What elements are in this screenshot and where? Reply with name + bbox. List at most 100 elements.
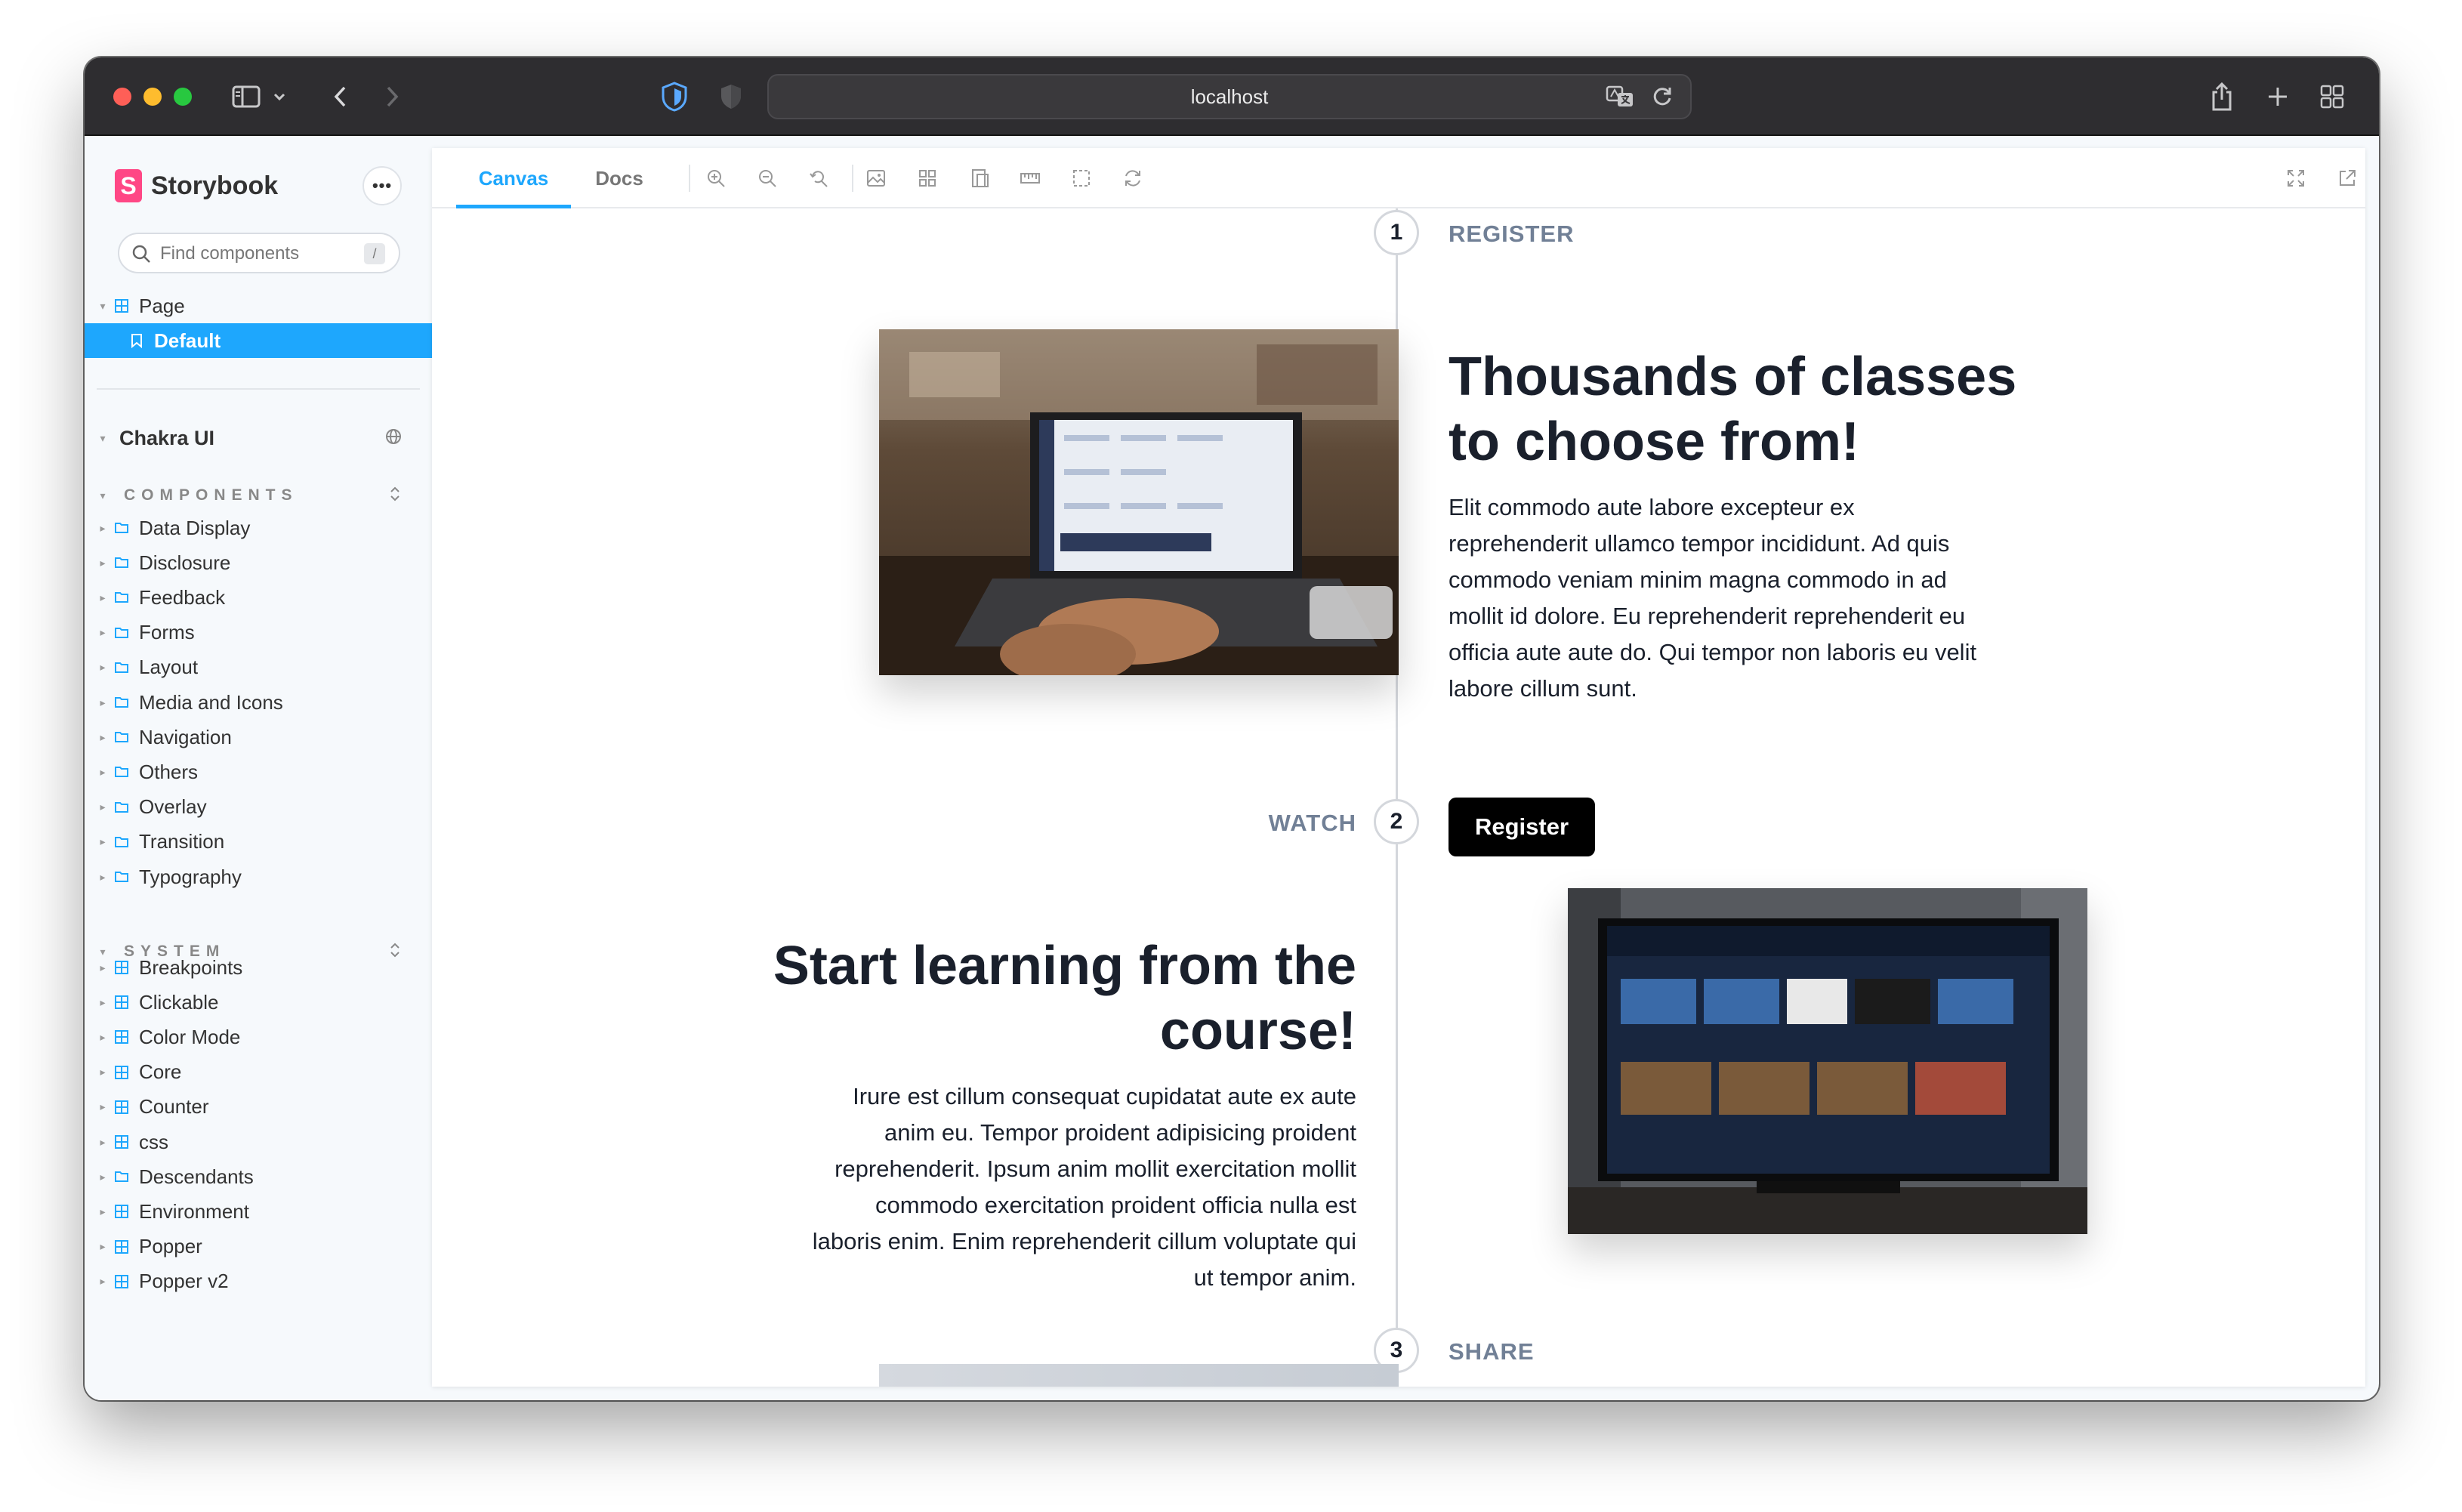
tab-overview-icon[interactable] <box>2317 79 2347 115</box>
storybook-logo-icon: S <box>115 169 142 202</box>
close-window-button[interactable] <box>113 88 131 106</box>
sidebar-item-label: Disclosure <box>139 551 231 574</box>
open-new-tab-icon[interactable] <box>2335 166 2359 190</box>
reload-icon[interactable] <box>1651 85 1674 112</box>
measure-icon[interactable] <box>1018 166 1042 190</box>
storybook-sidebar: S Storybook ••• / ▾ Page Default ▾ Chakr… <box>85 136 432 1400</box>
sidebar-item-layout[interactable]: ▸ Layout <box>85 650 432 685</box>
expand-collapse-icon[interactable] <box>388 485 402 507</box>
background-icon[interactable] <box>864 166 888 190</box>
sidebar-item-environment[interactable]: ▸ Environment <box>85 1194 432 1229</box>
sidebar-toggle-icon[interactable] <box>228 79 264 115</box>
address-bar[interactable]: localhost <box>767 74 1692 119</box>
chevron-right-icon: ▸ <box>100 995 106 1008</box>
share-icon[interactable] <box>2207 79 2237 115</box>
sidebar-item-label: css <box>139 1130 168 1153</box>
step-number-1: 1 <box>1374 210 1419 255</box>
register-button[interactable]: Register <box>1449 798 1595 856</box>
sidebar-group-components[interactable]: ▾ COMPONENTS <box>85 480 432 511</box>
back-icon[interactable] <box>325 79 355 115</box>
sidebar-item-descendants[interactable]: ▸ Descendants <box>85 1159 432 1194</box>
sidebar-item-page[interactable]: ▾ Page <box>85 289 432 323</box>
sidebar-item-label: Media and Icons <box>139 690 283 714</box>
share-photo <box>879 1364 1399 1387</box>
sidebar-story-default[interactable]: Default <box>85 323 432 358</box>
folder-icon <box>113 1168 130 1185</box>
section2-heading-line1: Start learning from the <box>773 936 1356 996</box>
zoom-reset-icon[interactable] <box>807 166 831 190</box>
minimize-window-button[interactable] <box>143 88 162 106</box>
chevron-right-icon: ▸ <box>100 661 106 674</box>
sidebar-item-popper-v2[interactable]: ▸ Popper v2 <box>85 1264 432 1299</box>
section2-heading-line2: course! <box>1159 1001 1356 1061</box>
step-label-register: REGISTER <box>1449 221 1575 247</box>
sidebar-item-overlay[interactable]: ▸ Overlay <box>85 790 432 825</box>
sidebar-item-label: Overlay <box>139 795 207 819</box>
sidebar-item-navigation[interactable]: ▸ Navigation <box>85 720 432 754</box>
component-icon <box>113 1273 130 1290</box>
sidebar-item-data-display[interactable]: ▸ Data Display <box>85 511 432 545</box>
search-input[interactable] <box>160 240 341 267</box>
sidebar-item-media-and-icons[interactable]: ▸ Media and Icons <box>85 685 432 720</box>
sidebar-item-label: Popper v2 <box>139 1270 229 1293</box>
sidebar-item-css[interactable]: ▸ css <box>85 1125 432 1159</box>
section1-heading: Thousands of classes to choose from! <box>1449 344 2016 474</box>
chevron-right-icon: ▸ <box>100 696 106 708</box>
translate-icon[interactable] <box>1606 85 1636 113</box>
sidebar-item-others[interactable]: ▸ Others <box>85 754 432 789</box>
sidebar-root-chakra-ui[interactable]: ▾ Chakra UI <box>85 423 432 453</box>
zoom-out-icon[interactable] <box>755 166 779 190</box>
step-label-share: SHARE <box>1449 1338 1535 1365</box>
search-box[interactable]: / <box>118 233 400 273</box>
globe-icon[interactable] <box>385 428 402 449</box>
sidebar-item-label: Typography <box>139 865 242 888</box>
zoom-window-button[interactable] <box>174 88 192 106</box>
sidebar-item-label: Navigation <box>139 725 232 748</box>
sidebar-item-disclosure[interactable]: ▸ Disclosure <box>85 545 432 580</box>
search-icon <box>132 245 150 263</box>
sidebar-root-label: Chakra UI <box>119 426 215 449</box>
chevron-right-icon: ▸ <box>100 801 106 813</box>
toolbar-separator <box>852 165 853 192</box>
sidebar-item-typography[interactable]: ▸ Typography <box>85 859 432 894</box>
sidebar-item-transition[interactable]: ▸ Transition <box>85 825 432 859</box>
preview-panel: Canvas Docs 1 REGISTER Thousands of clas… <box>432 148 2365 1387</box>
sidebar-item-clickable[interactable]: ▸ Clickable <box>85 985 432 1020</box>
folder-icon <box>113 625 130 641</box>
chevron-right-icon: ▸ <box>100 765 106 778</box>
sidebar-divider <box>97 388 420 390</box>
tab-docs[interactable]: Docs <box>571 148 668 208</box>
chevron-down-icon: ▾ <box>100 431 106 444</box>
viewport-icon[interactable] <box>968 166 992 190</box>
sidebar-item-popper[interactable]: ▸ Popper <box>85 1230 432 1264</box>
sidebar-item-counter[interactable]: ▸ Counter <box>85 1090 432 1125</box>
outline-icon[interactable] <box>1069 166 1094 190</box>
chevron-right-icon: ▸ <box>100 961 106 974</box>
forward-icon[interactable] <box>378 79 408 115</box>
tab-canvas[interactable]: Canvas <box>456 148 571 208</box>
zoom-in-icon[interactable] <box>704 166 728 190</box>
chevron-down-icon[interactable] <box>270 79 288 115</box>
sidebar-item-breakpoints[interactable]: ▸ Breakpoints <box>85 950 432 985</box>
remount-icon[interactable] <box>1121 166 1145 190</box>
component-icon <box>113 298 130 314</box>
password-manager-shield-icon[interactable] <box>657 79 692 115</box>
more-options-button[interactable]: ••• <box>363 166 402 205</box>
storybook-logo[interactable]: S Storybook <box>115 169 278 202</box>
privacy-shield-icon[interactable] <box>716 79 746 115</box>
sidebar-item-color-mode[interactable]: ▸ Color Mode <box>85 1020 432 1054</box>
new-tab-icon[interactable] <box>2263 79 2293 115</box>
laptop-photo-illustration <box>879 329 1399 675</box>
sidebar-item-label: Environment <box>139 1199 249 1223</box>
sidebar-item-label: Descendants <box>139 1165 254 1188</box>
sidebar-item-core[interactable]: ▸ Core <box>85 1055 432 1090</box>
sidebar-item-label: Layout <box>139 656 199 679</box>
grid-icon[interactable] <box>915 166 939 190</box>
sidebar-item-feedback[interactable]: ▸ Feedback <box>85 580 432 615</box>
fullscreen-icon[interactable] <box>2284 166 2308 190</box>
sidebar-item-forms[interactable]: ▸ Forms <box>85 616 432 650</box>
chevron-right-icon: ▸ <box>100 626 106 639</box>
component-icon <box>113 1029 130 1045</box>
chevron-right-icon: ▸ <box>100 1205 106 1217</box>
tv-photo <box>1568 888 2087 1234</box>
